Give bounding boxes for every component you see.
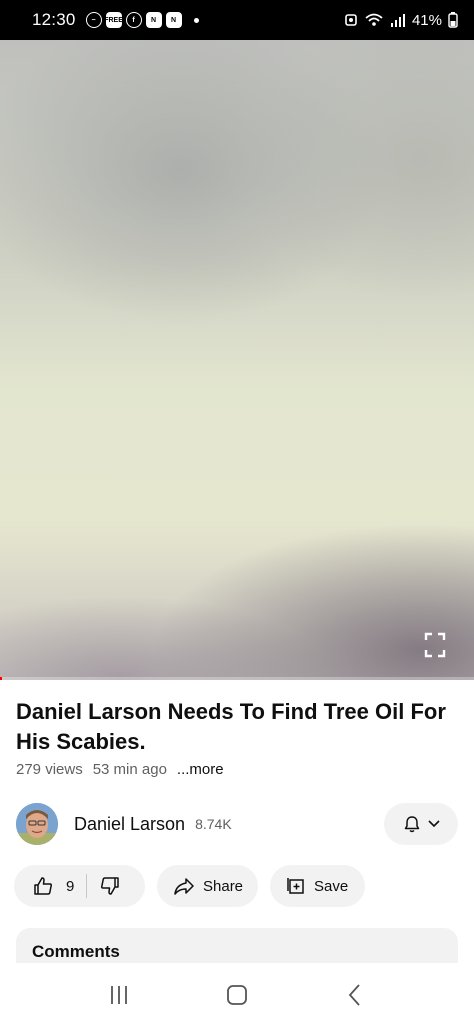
more-link[interactable]: ...more — [177, 761, 224, 778]
share-label: Share — [203, 877, 244, 895]
status-bar: 12:30 − FREE f N N 41% — [0, 0, 474, 40]
view-count: 279 views — [16, 761, 83, 778]
home-button[interactable] — [222, 980, 252, 1010]
back-button[interactable] — [340, 980, 370, 1010]
news-icon: N — [165, 12, 182, 28]
alarm-icon — [345, 14, 357, 26]
avatar-image — [16, 803, 58, 845]
system-icons: 41% — [344, 12, 458, 29]
like-count: 9 — [66, 877, 75, 895]
home-icon — [227, 985, 247, 1005]
video-player[interactable] — [0, 40, 474, 680]
share-button[interactable]: Share — [157, 865, 258, 907]
thumbs-up-icon[interactable] — [32, 875, 54, 897]
recents-icon — [111, 986, 127, 1004]
upload-age: 53 min ago — [92, 761, 167, 778]
minus-circle-icon: − — [85, 12, 102, 28]
dot-icon — [193, 17, 199, 23]
bell-icon — [404, 816, 420, 833]
news-icon: N — [145, 12, 162, 28]
like-dislike-group: 9 — [14, 865, 145, 907]
divider — [86, 874, 88, 898]
system-nav-bar — [0, 963, 474, 1027]
thumbs-down-icon[interactable] — [99, 875, 121, 897]
status-time: 12:30 — [32, 10, 76, 29]
channel-name[interactable]: Daniel Larson — [74, 814, 185, 835]
battery-icon — [448, 12, 458, 28]
video-title[interactable]: Daniel Larson Needs To Find Tree Oil For… — [16, 697, 456, 757]
signal-icon — [390, 14, 405, 27]
avatar[interactable] — [16, 803, 58, 845]
fullscreen-button[interactable] — [424, 632, 446, 658]
save-button[interactable]: Save — [270, 865, 365, 907]
wifi-icon — [365, 13, 383, 26]
fullscreen-icon — [424, 632, 446, 658]
video-meta[interactable]: 279 views 53 min ago ...more — [16, 761, 224, 778]
action-bar: 9 Share Save — [14, 865, 365, 907]
chevron-down-icon — [428, 820, 440, 828]
recents-button[interactable] — [104, 980, 134, 1010]
share-icon — [174, 878, 194, 895]
video-progress-bar[interactable] — [0, 677, 474, 680]
save-playlist-icon — [287, 878, 304, 894]
free-stuff-icon: FREE — [104, 12, 123, 28]
save-label: Save — [314, 877, 349, 895]
subscriber-count: 8.74K — [195, 816, 232, 832]
video-progress-fill — [0, 677, 2, 680]
notification-bell-button[interactable] — [384, 803, 458, 845]
back-icon — [348, 984, 360, 1006]
notification-icons: − FREE f N N — [85, 12, 199, 28]
channel-row: Daniel Larson 8.74K — [16, 802, 458, 846]
battery-percent: 41% — [411, 11, 442, 29]
facebook-icon: f — [125, 12, 142, 28]
comments-title: Comments — [32, 942, 120, 961]
